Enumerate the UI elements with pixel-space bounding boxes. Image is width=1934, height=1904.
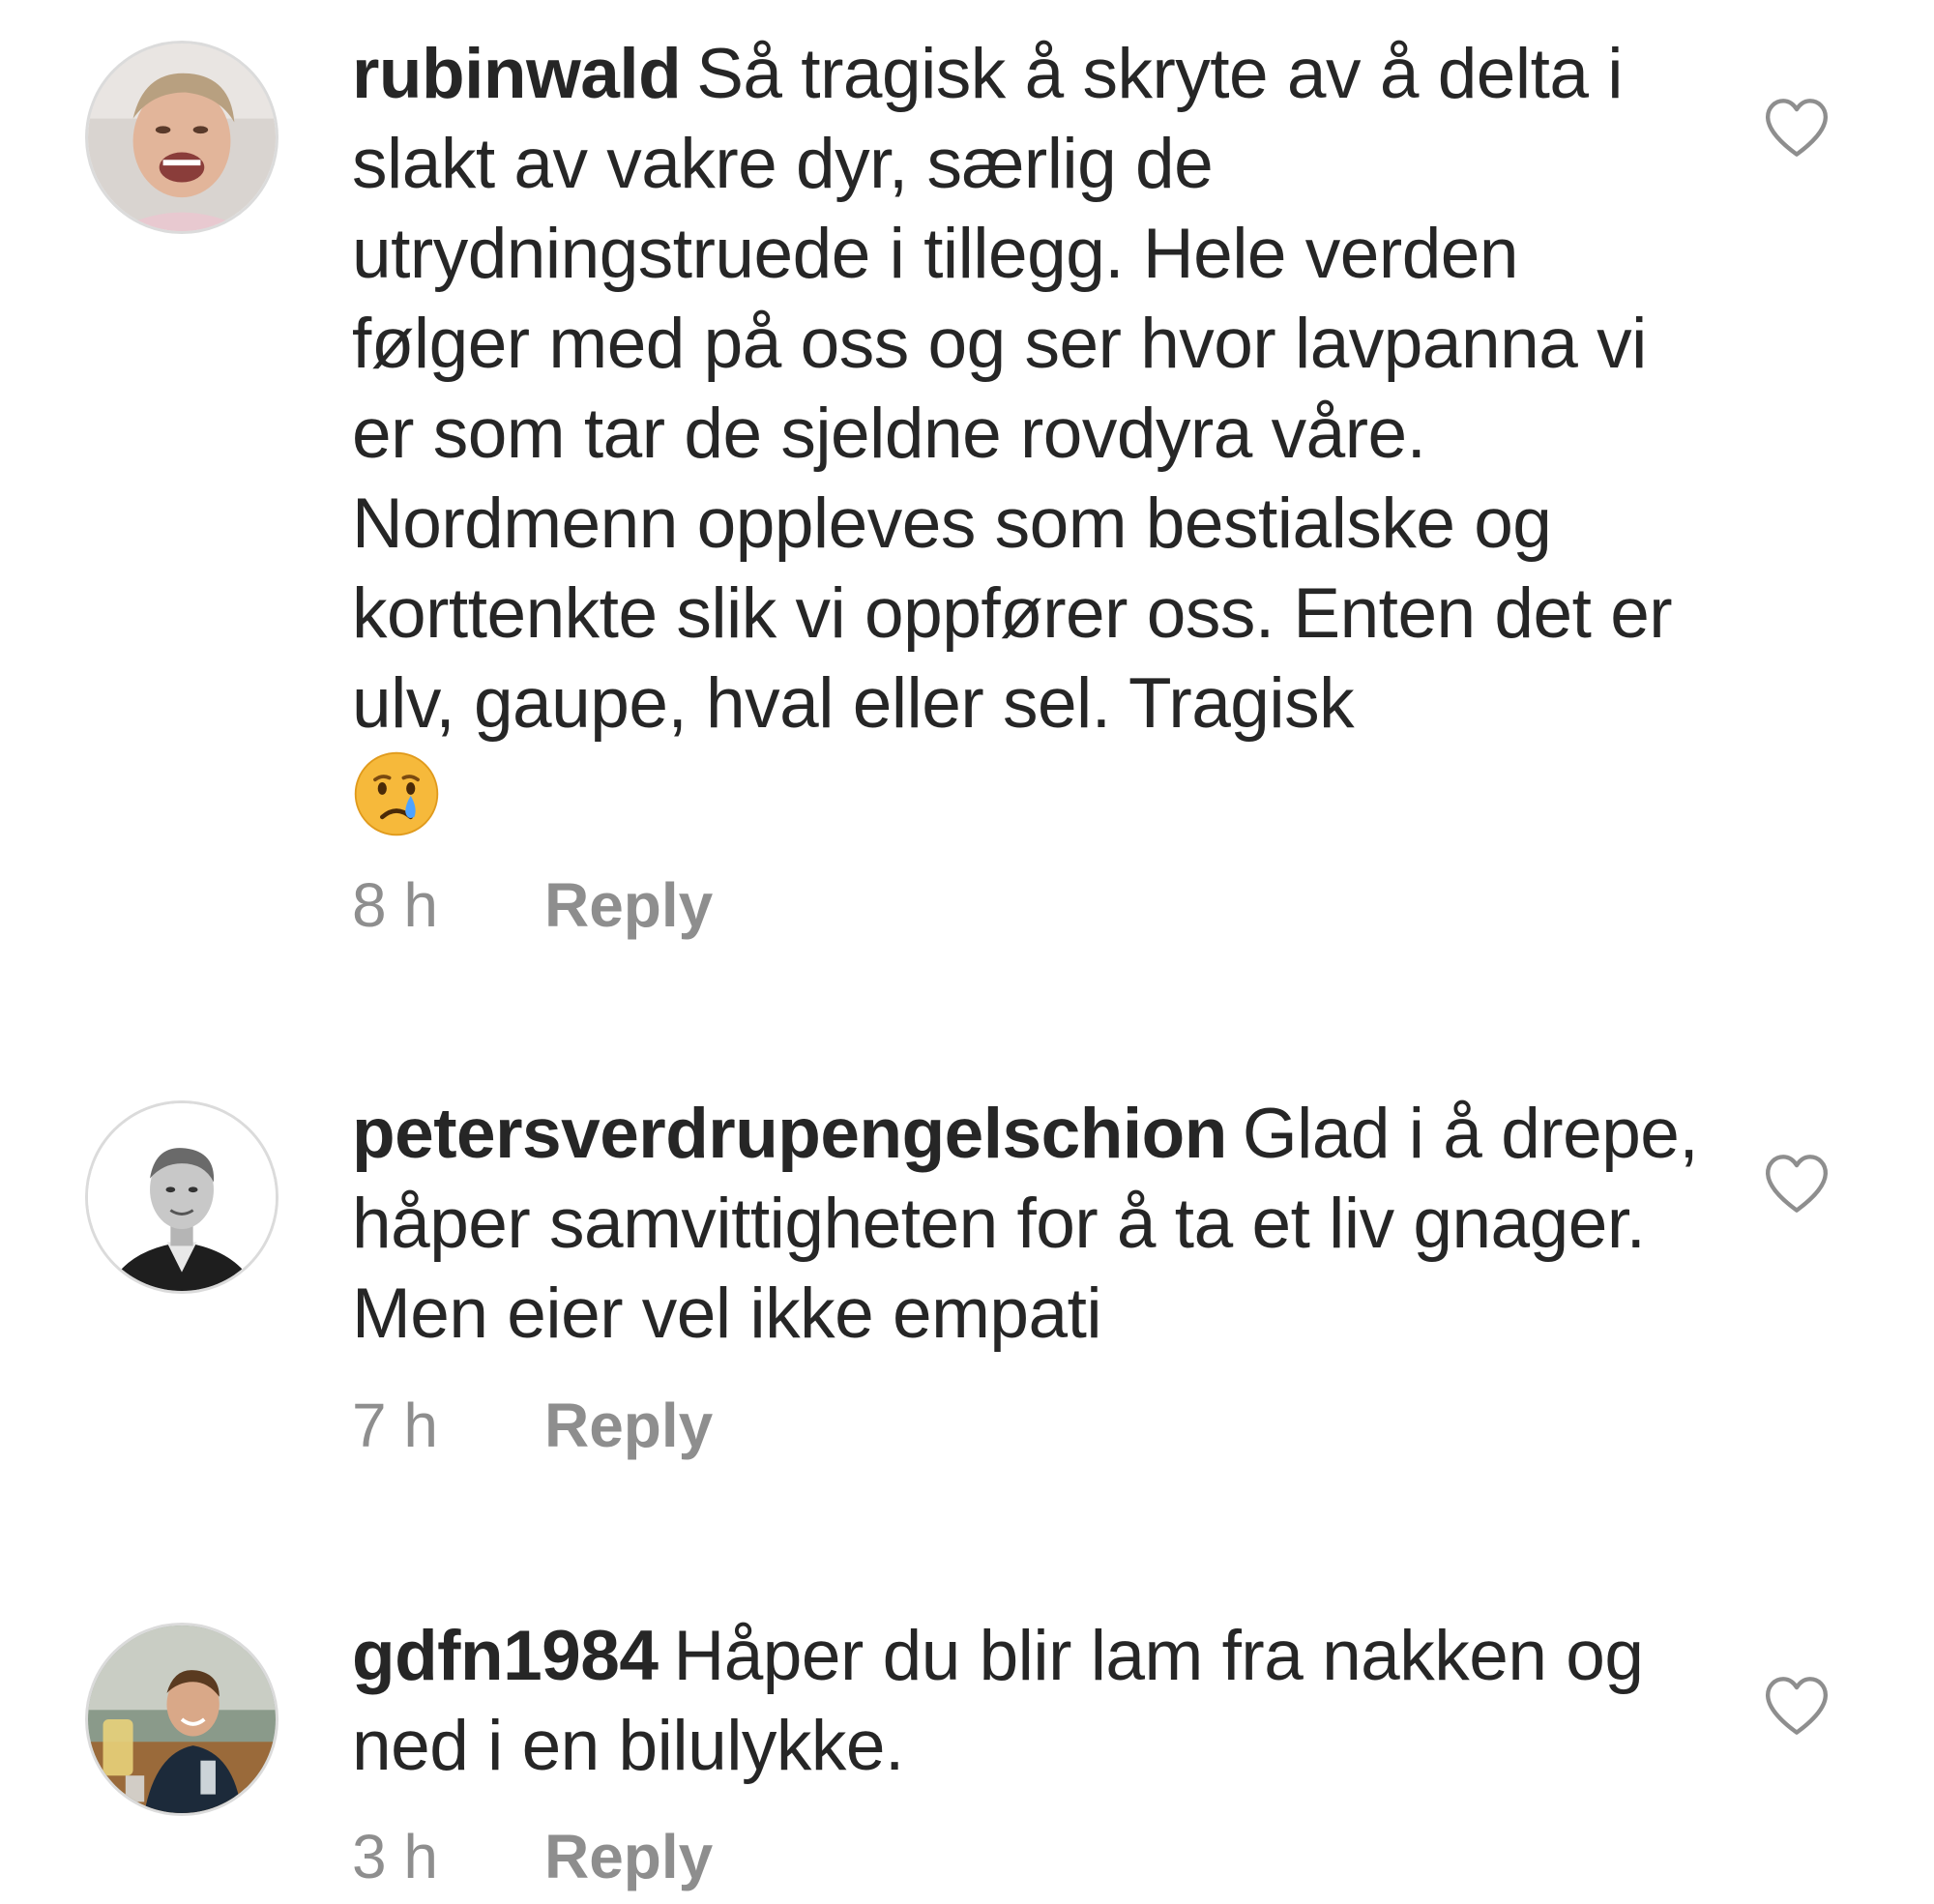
reply-button[interactable]: Reply bbox=[544, 1387, 713, 1464]
comment-username[interactable]: rubinwald bbox=[352, 35, 682, 113]
comment-timestamp: 3 h bbox=[352, 1822, 438, 1891]
comment-meta: 7 h Reply bbox=[352, 1387, 713, 1464]
avatar-photo bbox=[88, 1103, 276, 1291]
avatar[interactable] bbox=[85, 1100, 278, 1294]
heart-outline-icon[interactable] bbox=[1762, 1153, 1831, 1215]
avatar[interactable] bbox=[85, 1623, 278, 1816]
avatar-photo bbox=[88, 1626, 276, 1813]
crying-face-emoji bbox=[352, 749, 441, 838]
reply-button[interactable]: Reply bbox=[544, 1818, 713, 1895]
heart-outline-icon[interactable] bbox=[1762, 97, 1831, 159]
comment-text-block: petersverdrupengelschion Glad i å drepe, … bbox=[352, 1089, 1706, 1359]
heart-outline-icon[interactable] bbox=[1762, 1675, 1831, 1737]
comment-timestamp: 7 h bbox=[352, 1391, 438, 1460]
comment-text-block: gdfn1984 Håper du blir lam fra nakken og … bbox=[352, 1611, 1706, 1791]
comment-text: Så tragisk å skryte av å delta i slakt a… bbox=[352, 35, 1673, 743]
comment-meta: 3 h Reply bbox=[352, 1818, 713, 1895]
comment-username[interactable]: petersverdrupengelschion bbox=[352, 1095, 1227, 1173]
comment-text-block: rubinwald Så tragisk å skryte av å delta … bbox=[352, 29, 1706, 838]
comment-meta: 8 h Reply bbox=[352, 866, 713, 944]
avatar-photo bbox=[88, 44, 276, 231]
reply-button[interactable]: Reply bbox=[544, 866, 713, 944]
comment-username[interactable]: gdfn1984 bbox=[352, 1617, 659, 1695]
comment-timestamp: 8 h bbox=[352, 870, 438, 940]
avatar[interactable] bbox=[85, 41, 278, 234]
